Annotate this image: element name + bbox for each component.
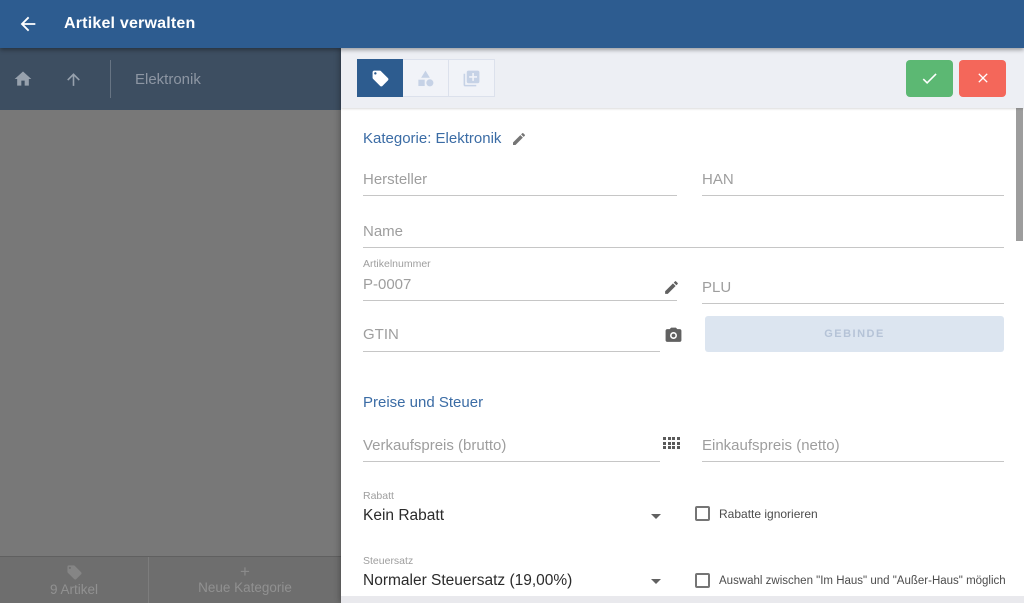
- tag-icon: [66, 564, 82, 580]
- copy-plus-icon: [463, 70, 480, 86]
- artikelnummer-row: Artikelnummer: [363, 258, 1004, 304]
- article-editor-panel: Kategorie: Elektronik Artikelnummer: [341, 48, 1024, 603]
- article-count-label: 9 Artikel: [49, 581, 99, 597]
- rabatt-label: Rabatt: [363, 490, 394, 502]
- chevron-down-icon: [651, 514, 661, 519]
- preise-row: [363, 434, 1004, 468]
- category-footer: 9 Artikel + Neue Kategorie: [0, 556, 341, 603]
- scan-barcode-button[interactable]: [664, 326, 683, 345]
- up-level-button[interactable]: [56, 62, 90, 96]
- cancel-button[interactable]: [959, 59, 1006, 97]
- tab-variants[interactable]: [403, 59, 449, 97]
- edit-artikelnummer-button[interactable]: [663, 279, 680, 296]
- nav-divider: [110, 60, 111, 98]
- breadcrumb: Elektronik: [135, 70, 201, 88]
- plu-input[interactable]: [702, 276, 1004, 304]
- back-button[interactable]: [8, 4, 48, 44]
- scrollbar-thumb[interactable]: [1016, 108, 1023, 241]
- tab-duplicate[interactable]: [449, 59, 495, 97]
- shapes-icon: [418, 70, 434, 86]
- category-nav-bar: Elektronik: [0, 48, 341, 110]
- im-haus-ausser-haus-label: Auswahl zwischen "Im Haus" und "Außer-Ha…: [719, 574, 1006, 587]
- save-button[interactable]: [906, 59, 953, 97]
- close-icon: [977, 73, 988, 83]
- rabatte-ignorieren-checkbox[interactable]: Rabatte ignorieren: [695, 506, 818, 521]
- preise-section-heading-row: Preise und Steuer: [363, 394, 1004, 411]
- rabatt-row: Rabatt Kein Rabatt Rabatte ignorieren: [363, 490, 1004, 538]
- editor-tabs: [357, 59, 495, 97]
- category-overlay: [0, 110, 341, 556]
- im-haus-ausser-haus-checkbox[interactable]: Auswahl zwischen "Im Haus" und "Außer-Ha…: [695, 573, 1006, 588]
- preise-section-heading: Preise und Steuer: [363, 394, 484, 411]
- article-count-button[interactable]: 9 Artikel: [0, 557, 148, 603]
- home-icon: [14, 71, 32, 86]
- chevron-down-icon: [651, 579, 661, 584]
- rabatt-value: Kein Rabatt: [363, 507, 444, 524]
- checkbox-icon: [695, 573, 710, 588]
- gtin-input[interactable]: [363, 322, 660, 352]
- checkbox-icon: [695, 506, 710, 521]
- plus-icon: +: [240, 562, 250, 581]
- article-form: Kategorie: Elektronik Artikelnummer: [341, 108, 1024, 603]
- home-button[interactable]: [6, 62, 40, 96]
- new-category-button[interactable]: + Neue Kategorie: [149, 557, 341, 603]
- camera-icon: [665, 327, 682, 342]
- check-icon: [922, 72, 937, 84]
- gebinde-button[interactable]: GEBINDE: [705, 316, 1004, 352]
- rabatte-ignorieren-label: Rabatte ignorieren: [719, 506, 818, 521]
- page-title: Artikel verwalten: [64, 15, 196, 32]
- name-row: [363, 220, 1004, 254]
- edit-pencil-icon: [665, 281, 678, 294]
- category-browser-panel: Elektronik 9 Artikel + Neue Kategorie: [0, 48, 341, 603]
- editor-toolbar: [341, 48, 1024, 108]
- verkaufspreis-input[interactable]: [363, 434, 660, 462]
- hersteller-input[interactable]: [363, 168, 677, 196]
- steuersatz-label: Steuersatz: [363, 555, 414, 567]
- artikelnummer-input[interactable]: [363, 273, 677, 301]
- tag-icon: [372, 70, 388, 86]
- calculator-keypad-button[interactable]: [663, 437, 680, 449]
- hersteller-han-row: [363, 168, 1004, 202]
- tab-article-details[interactable]: [357, 59, 403, 97]
- gtin-gebinde-row: GEBINDE: [363, 314, 1004, 354]
- new-category-label: Neue Kategorie: [198, 580, 292, 595]
- einkaufspreis-input[interactable]: [702, 434, 1004, 462]
- category-heading-row: Kategorie: Elektronik: [363, 130, 1004, 147]
- name-input[interactable]: [363, 220, 1004, 248]
- edit-pencil-icon[interactable]: [511, 131, 527, 147]
- bottom-divider: [341, 596, 1024, 603]
- arrow-left-icon: [20, 16, 36, 32]
- arrow-up-icon: [66, 72, 80, 86]
- app-bar: Artikel verwalten: [0, 0, 1024, 48]
- han-input[interactable]: [702, 168, 1004, 196]
- artikelnummer-label: Artikelnummer: [363, 258, 431, 270]
- rabatt-select[interactable]: Rabatt Kein Rabatt: [363, 490, 1004, 525]
- dialpad-icon: [663, 437, 680, 449]
- category-heading: Kategorie: Elektronik: [363, 130, 502, 147]
